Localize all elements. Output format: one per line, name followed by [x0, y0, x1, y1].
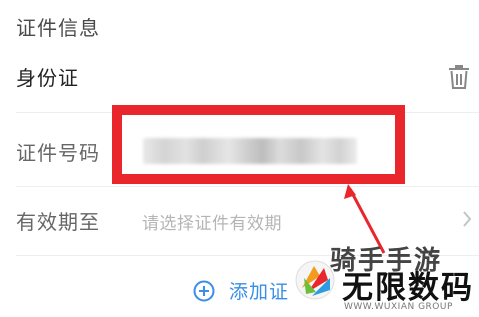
add-document-label: 添加证: [229, 281, 290, 303]
chevron-right-icon[interactable]: [462, 210, 472, 228]
watermark: 骑手手游 无限数码 WWW.WUXIAN GROUP: [290, 240, 479, 317]
expiry-select[interactable]: 请选择证件有效期: [142, 209, 282, 234]
expiry-label: 有效期至: [16, 210, 100, 234]
highlight-box: [112, 105, 405, 184]
plus-circle-icon: [193, 280, 215, 301]
divider: [16, 186, 479, 187]
section-title: 证件信息: [16, 16, 100, 40]
trash-icon[interactable]: [448, 64, 470, 90]
watermark-logo-icon: [295, 260, 335, 300]
id-type-label[interactable]: 身份证: [16, 62, 79, 91]
add-document-button[interactable]: 添加证: [193, 277, 289, 304]
watermark-sub: WWW.WUXIAN GROUP: [344, 302, 453, 312]
id-number-label: 证件号码: [16, 141, 100, 165]
watermark-brand: 无限数码: [342, 270, 474, 306]
